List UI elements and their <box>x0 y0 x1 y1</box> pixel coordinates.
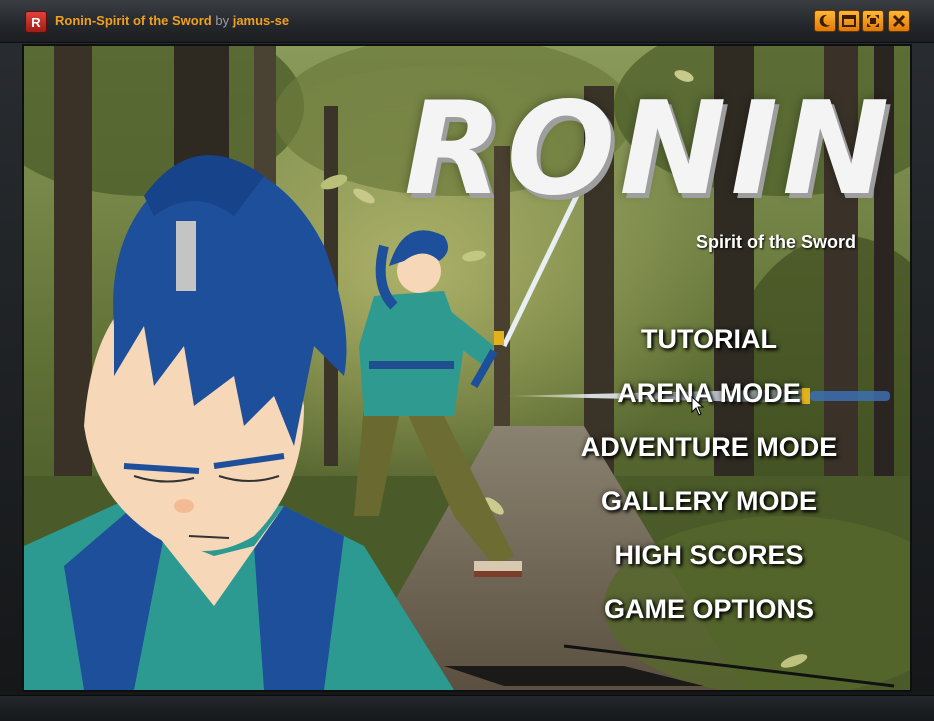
menu-item-high-scores[interactable]: HIGH SCORES <box>544 540 874 571</box>
game-canvas[interactable]: RONIN Spirit of the Sword TUTORIAL ARENA… <box>22 44 912 692</box>
menu-item-arena-mode[interactable]: ARENA MODE <box>544 378 874 409</box>
game-logo-title: RONIN <box>404 75 894 224</box>
menu-item-tutorial[interactable]: TUTORIAL <box>544 324 874 355</box>
moon-icon[interactable] <box>814 10 836 32</box>
title-by: by <box>215 13 230 28</box>
app-icon: R <box>25 11 47 33</box>
close-icon[interactable] <box>888 10 910 32</box>
game-logo-subtitle: Spirit of the Sword <box>696 232 856 252</box>
fullscreen-icon[interactable] <box>862 10 884 32</box>
author-name[interactable]: jamus-se <box>233 13 289 28</box>
game-name: Ronin-Spirit of the Sword <box>55 13 212 28</box>
title-bar[interactable]: R Ronin-Spirit of the Sword by jamus-se <box>0 0 934 43</box>
restore-icon[interactable] <box>838 10 860 32</box>
menu-item-gallery-mode[interactable]: GALLERY MODE <box>544 486 874 517</box>
game-window: R Ronin-Spirit of the Sword by jamus-se <box>0 0 934 721</box>
menu-item-game-options[interactable]: GAME OPTIONS <box>544 594 874 625</box>
window-title: Ronin-Spirit of the Sword by jamus-se <box>55 13 289 28</box>
window-bottom-bar <box>0 695 934 721</box>
mouse-cursor-icon <box>691 396 705 416</box>
menu-item-adventure-mode[interactable]: ADVENTURE MODE <box>544 432 874 463</box>
